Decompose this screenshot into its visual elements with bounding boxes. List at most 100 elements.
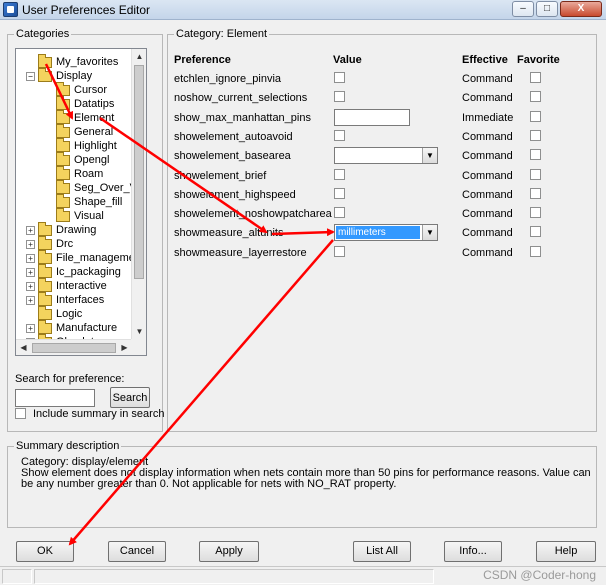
tree-item[interactable]: Datatips — [44, 95, 115, 111]
summary-legend: Summary description — [14, 440, 122, 452]
tree-item[interactable]: General — [44, 123, 114, 139]
effective-header: Effective — [462, 54, 508, 66]
tree-item-label: Drc — [56, 238, 74, 250]
tree-vertical-scrollbar[interactable]: ▲ ▼ — [131, 49, 146, 339]
effective-value: Command — [462, 73, 513, 85]
value-checkbox[interactable] — [334, 129, 345, 141]
vertical-scroll-thumb[interactable] — [134, 65, 144, 279]
favorite-checkbox[interactable] — [530, 187, 541, 199]
minimize-button[interactable]: – — [512, 1, 534, 17]
value-checkbox[interactable] — [334, 187, 345, 199]
favorite-checkbox[interactable] — [530, 91, 541, 103]
preference-row: noshow_current_selections Command — [174, 89, 584, 108]
collapse-icon[interactable]: − — [26, 71, 35, 81]
close-button[interactable]: X — [560, 1, 602, 17]
tree-item[interactable]: + Drc — [26, 235, 74, 251]
tree-item-label: Visual — [74, 210, 104, 222]
value-checkbox[interactable] — [334, 168, 345, 180]
value-checkbox[interactable] — [334, 245, 345, 257]
maximize-button[interactable]: □ — [536, 1, 558, 17]
window-title: User Preferences Editor — [22, 3, 151, 17]
expand-icon[interactable]: + — [26, 253, 35, 263]
value-dropdown[interactable]: ▼ — [334, 147, 438, 165]
folder-icon — [38, 53, 52, 68]
favorite-checkbox[interactable] — [530, 72, 541, 83]
cancel-button[interactable]: Cancel — [108, 541, 166, 562]
search-button[interactable]: Search — [110, 387, 150, 408]
value-text-field[interactable] — [334, 108, 410, 126]
favorite-header: Favorite — [517, 54, 560, 66]
favorite-checkbox[interactable] — [530, 129, 541, 141]
tree-item[interactable]: + Drawing — [26, 221, 96, 237]
favorite-checkbox[interactable] — [530, 207, 541, 219]
tree-item-label: Datatips — [74, 98, 115, 110]
folder-icon — [38, 291, 52, 306]
info-button[interactable]: Info... — [444, 541, 502, 562]
watermark-text: CSDN @Coder-hong — [483, 568, 596, 582]
value-checkbox[interactable] — [334, 207, 345, 219]
scroll-corner — [131, 339, 146, 355]
ok-button[interactable]: OK — [16, 541, 74, 562]
include-summary-checkbox[interactable] — [15, 408, 26, 419]
tree-item-label: File_management — [56, 252, 132, 264]
preference-row: showmeasure_altunits millimeters ▼ Command — [174, 224, 584, 243]
value-checkbox[interactable] — [334, 72, 345, 83]
preference-row: etchlen_ignore_pinvia Command — [174, 70, 584, 89]
category-tree[interactable]: My_favorites − Display Cursor Datatips Elemen… — [15, 48, 147, 356]
status-bar: CSDN @Coder-hong — [0, 566, 606, 585]
scroll-up-icon[interactable]: ▲ — [132, 49, 146, 64]
tree-item[interactable]: Visual — [44, 207, 104, 223]
category-legend: Category: Element — [174, 28, 270, 40]
preference-row: showelement_basearea ▼ Command — [174, 147, 584, 166]
expand-icon[interactable]: + — [26, 323, 35, 333]
folder-icon — [38, 305, 52, 320]
favorite-checkbox[interactable] — [530, 110, 541, 122]
expand-icon[interactable]: + — [26, 281, 35, 291]
effective-value: Command — [462, 246, 513, 259]
preference-header: Preference — [174, 54, 231, 66]
preference-name: showelement_noshowpatcharea — [174, 208, 332, 221]
expand-icon[interactable]: + — [26, 225, 35, 235]
folder-icon — [56, 81, 70, 96]
tree-item-label: Ic_packaging — [56, 266, 121, 278]
value-dropdown[interactable]: millimeters ▼ — [334, 224, 438, 242]
help-button[interactable]: Help — [536, 541, 596, 562]
folder-icon — [38, 67, 52, 82]
tree-item-label: Interfaces — [56, 294, 105, 306]
value-checkbox[interactable] — [334, 91, 345, 103]
tree-horizontal-scrollbar[interactable]: ◀ ▶ — [16, 339, 132, 355]
favorite-checkbox[interactable] — [530, 226, 541, 238]
scroll-right-icon[interactable]: ▶ — [117, 340, 132, 355]
tree-item[interactable]: Roam — [44, 165, 103, 181]
favorite-checkbox[interactable] — [530, 245, 541, 257]
expand-icon[interactable]: + — [26, 267, 35, 277]
expand-icon[interactable]: + — [26, 295, 35, 305]
dropdown-value — [336, 149, 340, 162]
tree-item[interactable]: Highlight — [44, 137, 117, 153]
tree-item[interactable]: Logic — [26, 305, 82, 321]
search-input[interactable] — [15, 389, 95, 407]
tree-item[interactable]: Element — [44, 109, 114, 125]
tree-item-label: Seg_Over_Voi — [74, 182, 132, 194]
chevron-down-icon[interactable]: ▼ — [422, 148, 437, 164]
summary-body: Show element does not display informatio… — [21, 467, 591, 490]
preference-name: showmeasure_layerrestore — [174, 246, 307, 259]
apply-button[interactable]: Apply — [199, 541, 259, 562]
folder-icon — [38, 277, 52, 292]
favorite-checkbox[interactable] — [530, 168, 541, 180]
effective-value: Command — [462, 188, 513, 201]
horizontal-scroll-thumb[interactable] — [32, 343, 116, 353]
chevron-down-icon[interactable]: ▼ — [422, 225, 437, 241]
tree-item[interactable]: Cursor — [44, 81, 107, 97]
tree-item-label: General — [74, 126, 114, 138]
categories-legend: Categories — [14, 28, 72, 40]
include-summary-label: Include summary in search — [33, 408, 165, 420]
scroll-left-icon[interactable]: ◀ — [16, 340, 31, 355]
scroll-down-icon[interactable]: ▼ — [132, 324, 146, 339]
preference-row: showelement_noshowpatcharea Command — [174, 205, 584, 224]
list-all-button[interactable]: List All — [353, 541, 411, 562]
tree-item[interactable]: Opengl — [44, 151, 109, 167]
expand-icon[interactable]: + — [26, 239, 35, 249]
effective-value: Immediate — [462, 111, 514, 124]
favorite-checkbox[interactable] — [530, 149, 541, 161]
